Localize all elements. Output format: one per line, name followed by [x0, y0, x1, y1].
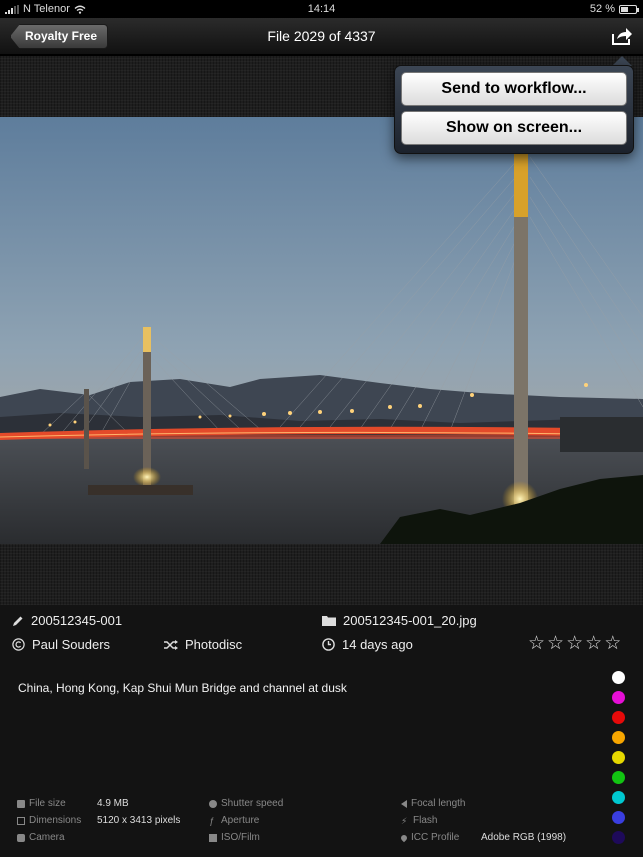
exif-icc-label: ICC Profile: [399, 832, 459, 843]
clock-icon: [322, 638, 335, 651]
copyright-icon: [12, 638, 25, 651]
shuffle-icon: [164, 639, 178, 650]
flash-icon: ⚡: [401, 815, 408, 826]
drop-icon: [399, 833, 409, 842]
color-label-dot[interactable]: [612, 791, 625, 804]
file-age: 14 days ago: [322, 637, 413, 652]
back-button[interactable]: Royalty Free: [10, 24, 109, 49]
color-label-dot[interactable]: [612, 751, 625, 764]
pencil-icon: [13, 616, 23, 626]
battery-icon: [619, 4, 639, 14]
exif-file-size-label: File size: [17, 798, 66, 809]
file-age-text: 14 days ago: [342, 637, 413, 652]
color-label-dot[interactable]: [612, 711, 625, 724]
collection-name: Photodisc: [185, 637, 243, 652]
photo-image[interactable]: [0, 117, 643, 544]
color-label-list[interactable]: [612, 671, 625, 844]
send-to-workflow-button[interactable]: Send to workflow...: [401, 72, 627, 106]
show-on-screen-button[interactable]: Show on screen...: [401, 111, 627, 145]
color-label-dot[interactable]: [612, 691, 625, 704]
exif-dimensions-label: Dimensions: [17, 815, 81, 826]
carrier-indicator: N Telenor: [5, 3, 86, 15]
file-name-text: 200512345-001_20.jpg: [343, 613, 477, 628]
film-icon: [209, 833, 217, 842]
exif-camera-label: Camera: [17, 832, 65, 843]
star-icon[interactable]: ☆: [528, 634, 545, 654]
carrier-name: N Telenor: [23, 3, 70, 15]
exif-shutter-label: Shutter speed: [209, 798, 283, 809]
navigation-bar: Royalty Free File 2029 of 4337: [0, 18, 643, 55]
share-popover: Send to workflow... Show on screen...: [394, 65, 634, 154]
star-icon[interactable]: ☆: [604, 634, 621, 654]
star-icon[interactable]: ☆: [547, 634, 564, 654]
exif-icc-value: Adobe RGB (1998): [481, 832, 567, 843]
info-panel: 200512345-001 200512345-001_20.jpg Paul …: [0, 605, 643, 857]
star-rating[interactable]: ☆ ☆ ☆ ☆ ☆: [528, 634, 621, 654]
exif-file-size-value: 4.9 MB: [97, 798, 129, 809]
collection: Photodisc: [164, 637, 242, 652]
signal-icon: [5, 4, 19, 14]
exif-dimensions-value: 5120 x 3413 pixels: [97, 815, 181, 826]
color-label-dot[interactable]: [612, 671, 625, 684]
aperture-icon: ƒ: [209, 815, 215, 826]
wifi-icon: [74, 5, 86, 14]
battery-percent: 52 %: [589, 3, 615, 15]
clock: 14:14: [307, 3, 336, 15]
photographer-name: Paul Souders: [32, 637, 111, 652]
camera-icon: [17, 833, 25, 842]
shutter-icon: [209, 799, 217, 808]
image-icon: [17, 816, 25, 825]
exif-iso-label: ISO/Film: [209, 832, 260, 843]
exif-focal-label: Focal length: [401, 798, 465, 809]
color-label-dot[interactable]: [612, 771, 625, 784]
share-icon[interactable]: [611, 26, 633, 46]
status-bar: N Telenor 14:14 52 %: [0, 0, 643, 18]
color-label-dot[interactable]: [612, 731, 625, 744]
exif-flash-label: ⚡ Flash: [401, 815, 438, 826]
battery-indicator: 52 %: [589, 3, 639, 15]
description: China, Hong Kong, Kap Shui Mun Bridge an…: [18, 681, 347, 695]
exif-aperture-label: ƒ Aperture: [209, 815, 260, 826]
color-label-dot[interactable]: [612, 831, 625, 844]
focal-length-icon: [401, 799, 407, 808]
star-icon[interactable]: ☆: [585, 634, 602, 654]
disk-icon: [17, 799, 25, 808]
file-id: 200512345-001: [12, 613, 122, 628]
file-name: 200512345-001_20.jpg: [322, 613, 477, 628]
star-icon[interactable]: ☆: [566, 634, 583, 654]
folder-icon: [322, 616, 336, 626]
file-id-text: 200512345-001: [31, 613, 123, 628]
color-label-dot[interactable]: [612, 811, 625, 824]
photographer: Paul Souders: [12, 637, 110, 652]
